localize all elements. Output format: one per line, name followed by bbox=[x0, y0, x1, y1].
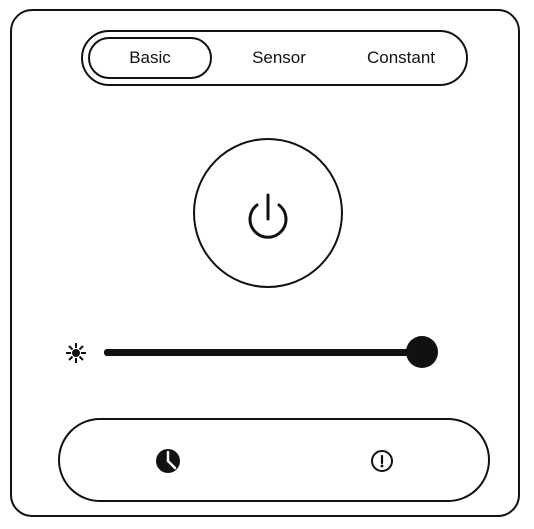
brightness-icon bbox=[64, 341, 88, 365]
bottom-action-bar bbox=[58, 418, 490, 502]
brightness-slider-thumb[interactable] bbox=[406, 336, 438, 368]
mode-tabs: Basic Sensor Constant bbox=[81, 30, 468, 86]
power-icon bbox=[248, 193, 288, 239]
tab-sensor[interactable]: Sensor bbox=[233, 32, 325, 84]
timer-button[interactable] bbox=[362, 441, 402, 481]
clock-button[interactable] bbox=[148, 441, 188, 481]
brightness-slider-track[interactable] bbox=[104, 349, 424, 356]
clock-icon bbox=[156, 449, 180, 473]
tab-constant[interactable]: Constant bbox=[341, 32, 461, 84]
power-button[interactable] bbox=[193, 138, 343, 288]
tab-basic[interactable]: Basic bbox=[88, 37, 212, 79]
timer-icon bbox=[371, 450, 393, 472]
